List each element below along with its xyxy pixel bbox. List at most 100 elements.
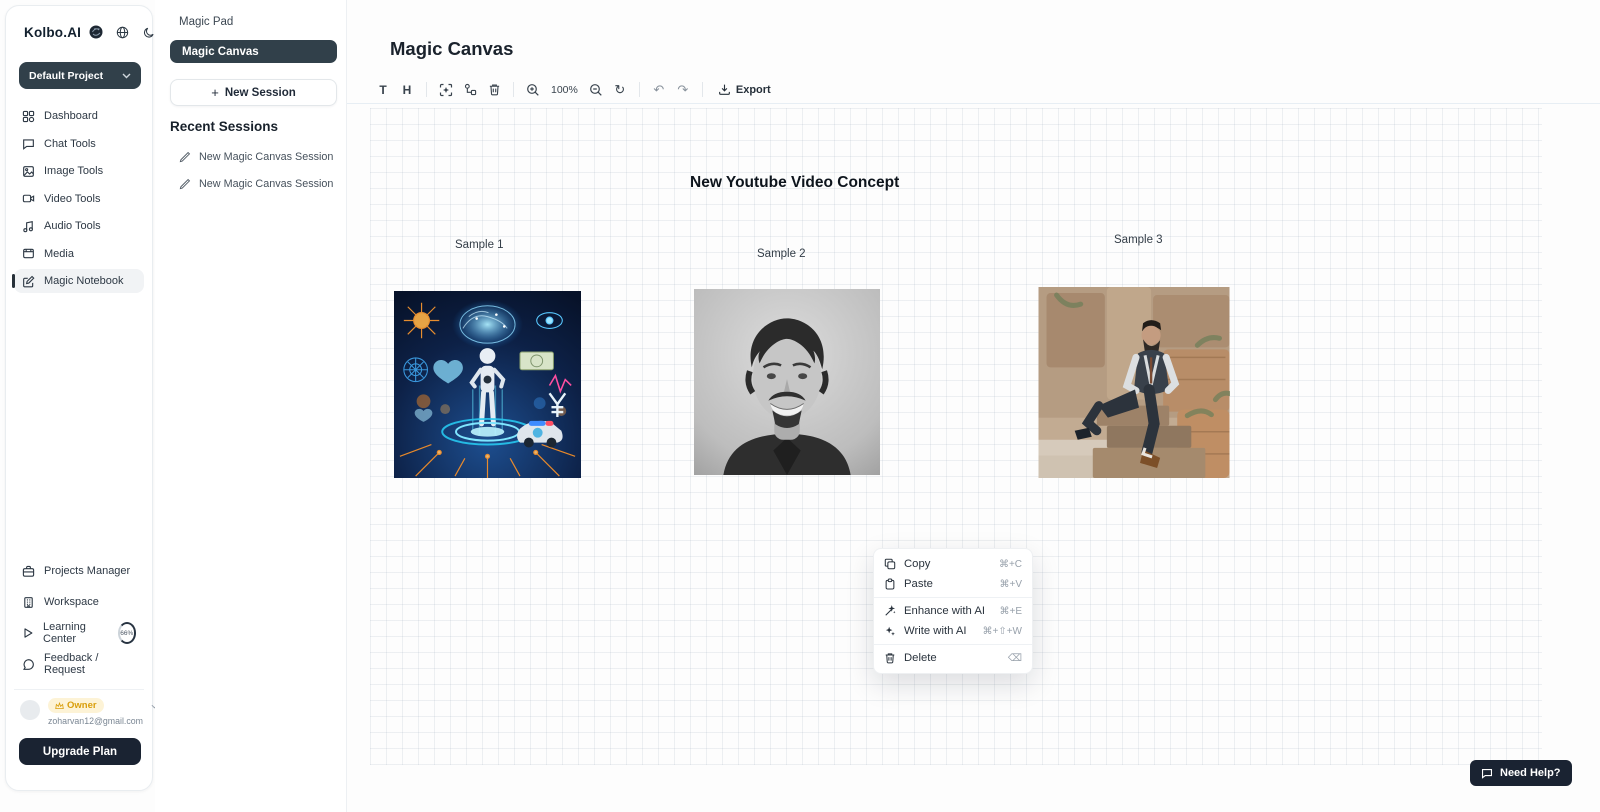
ai-scan-sparkle-icon	[439, 83, 453, 97]
brain-logo-icon	[88, 24, 105, 41]
canvas-image-ai-robot[interactable]	[394, 291, 581, 478]
text-tool-glyph: T	[379, 83, 386, 97]
briefcase-icon	[22, 565, 35, 578]
user-account[interactable]: Owner zoharvan12@gmail.com	[14, 689, 144, 726]
sidebar-item-feedback[interactable]: Feedback / Request	[14, 651, 144, 677]
paste-clipboard-icon	[884, 578, 896, 590]
zoom-in-icon	[526, 83, 540, 97]
image-icon	[22, 165, 35, 178]
pencil-icon	[179, 151, 191, 163]
reset-icon: ↻	[614, 82, 625, 98]
context-menu-shortcut: ⌫	[1008, 653, 1022, 664]
learning-progress-ring: 66%	[118, 622, 136, 644]
tab-magic-pad[interactable]: Magic Pad	[179, 16, 233, 28]
magic-wand-icon	[884, 605, 896, 617]
heading-tool-button[interactable]: H	[395, 79, 419, 101]
session-item-label: New Magic Canvas Session	[199, 151, 333, 163]
chat-bubble-icon	[22, 137, 35, 150]
sidebar-item-projects-manager[interactable]: Projects Manager	[14, 558, 144, 584]
context-menu-divider	[874, 644, 1032, 645]
sidebar-item-label: Magic Notebook	[44, 275, 124, 287]
page-title: Magic Canvas	[390, 38, 513, 60]
new-session-button[interactable]: + New Session	[170, 79, 337, 106]
building-icon	[22, 596, 35, 609]
feedback-bubble-icon	[22, 658, 35, 671]
canvas-image-man-on-ruins[interactable]	[1038, 287, 1230, 478]
sidebar-item-label: Chat Tools	[44, 138, 96, 150]
owner-badge-label: Owner	[67, 700, 97, 711]
redo-icon: ↷	[677, 82, 688, 98]
plus-icon: +	[211, 85, 219, 100]
flow-shapes-icon	[464, 83, 477, 96]
session-list-item[interactable]: New Magic Canvas Session	[179, 151, 333, 163]
upgrade-plan-button[interactable]: Upgrade Plan	[19, 738, 141, 765]
redo-button[interactable]: ↷	[671, 79, 695, 101]
sidebar-item-audio-tools[interactable]: Audio Tools	[14, 214, 144, 238]
undo-button[interactable]: ↶	[647, 79, 671, 101]
context-menu-item-copy[interactable]: Copy ⌘+C	[874, 554, 1032, 574]
dark-mode-moon-icon[interactable]	[143, 27, 155, 39]
need-help-button[interactable]: Need Help?	[1470, 760, 1572, 786]
new-session-label: New Session	[225, 87, 296, 99]
sidebar-item-media[interactable]: Media	[14, 242, 144, 266]
chevron-down-icon	[122, 73, 131, 79]
tab-magic-canvas[interactable]: Magic Canvas	[170, 40, 337, 63]
pencil-icon	[179, 178, 191, 190]
sidebar-item-chat-tools[interactable]: Chat Tools	[14, 132, 144, 156]
sidebar-item-magic-notebook[interactable]: Magic Notebook	[14, 269, 144, 293]
canvas-label-sample-3[interactable]: Sample 3	[1114, 234, 1163, 246]
context-menu-shortcut: ⌘+V	[999, 579, 1022, 590]
delete-tool-button[interactable]	[482, 79, 506, 101]
context-menu-label: Copy	[904, 558, 930, 570]
shapes-flow-tool-button[interactable]	[458, 79, 482, 101]
canvas-image-portrait[interactable]	[693, 289, 881, 475]
download-icon	[718, 83, 731, 96]
sidebar-item-learning-center[interactable]: Learning Center 66%	[14, 620, 144, 646]
project-selector-label: Default Project	[29, 70, 103, 82]
sidebar-footer-nav: Projects Manager Workspace Learning Cent…	[14, 558, 144, 682]
context-menu-item-paste[interactable]: Paste ⌘+V	[874, 574, 1032, 594]
context-menu: Copy ⌘+C Paste ⌘+V Enhance with AI ⌘+E W…	[873, 548, 1033, 674]
sidebar-item-workspace[interactable]: Workspace	[14, 589, 144, 615]
session-item-label: New Magic Canvas Session	[199, 178, 333, 190]
session-list-item[interactable]: New Magic Canvas Session	[179, 178, 333, 190]
canvas-label-sample-2[interactable]: Sample 2	[757, 248, 806, 260]
notebook-pencil-icon	[22, 275, 35, 288]
context-menu-label: Paste	[904, 578, 933, 590]
context-menu-item-delete[interactable]: Delete ⌫	[874, 648, 1032, 668]
video-camera-icon	[22, 192, 35, 205]
toolbar-divider	[513, 82, 514, 97]
context-menu-item-enhance-with-ai[interactable]: Enhance with AI ⌘+E	[874, 601, 1032, 621]
context-menu-divider	[874, 597, 1032, 598]
canvas-text-title[interactable]: New Youtube Video Concept	[690, 174, 899, 192]
sidebar-item-label: Image Tools	[44, 165, 103, 177]
trash-icon	[488, 83, 501, 96]
play-icon	[22, 627, 34, 639]
dashboard-icon	[22, 110, 35, 123]
zoom-level: 100%	[551, 84, 578, 96]
zoom-in-button[interactable]	[521, 79, 545, 101]
sidebar-item-image-tools[interactable]: Image Tools	[14, 159, 144, 183]
need-help-label: Need Help?	[1500, 767, 1561, 779]
sidebar-item-label: Audio Tools	[44, 220, 101, 232]
sidebar-item-label: Video Tools	[44, 193, 100, 205]
ai-enhance-tool-button[interactable]	[434, 79, 458, 101]
footer-item-label: Feedback / Request	[44, 652, 136, 676]
sessions-panel: Magic Pad Magic Canvas + New Session Rec…	[155, 0, 347, 812]
reset-view-button[interactable]: ↻	[608, 79, 632, 101]
export-button[interactable]: Export	[718, 83, 771, 96]
context-menu-label: Write with AI	[904, 625, 967, 637]
context-menu-item-write-with-ai[interactable]: Write with AI ⌘+⇧+W	[874, 621, 1032, 641]
zoom-out-button[interactable]	[584, 79, 608, 101]
language-globe-icon[interactable]	[116, 26, 129, 39]
text-tool-button[interactable]: T	[371, 79, 395, 101]
context-menu-label: Delete	[904, 652, 937, 664]
context-menu-shortcut: ⌘+E	[999, 606, 1022, 617]
zoom-out-icon	[589, 83, 603, 97]
toolbar-divider	[702, 82, 703, 97]
sidebar-item-video-tools[interactable]: Video Tools	[14, 187, 144, 211]
canvas-label-sample-1[interactable]: Sample 1	[455, 239, 504, 251]
sidebar-item-dashboard[interactable]: Dashboard	[14, 104, 144, 128]
sparkles-icon	[884, 625, 896, 637]
project-selector[interactable]: Default Project	[19, 62, 141, 89]
